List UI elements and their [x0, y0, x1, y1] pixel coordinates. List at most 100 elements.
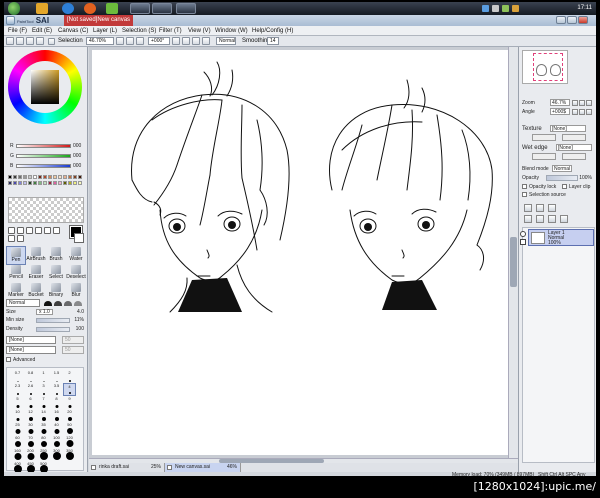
wet-edge-scale-field[interactable] — [532, 153, 556, 160]
density-row[interactable]: Density 100 — [6, 326, 86, 333]
swatch[interactable] — [18, 175, 22, 179]
eraser-tool[interactable]: Eraser — [26, 264, 46, 283]
advanced-checkbox[interactable] — [6, 357, 11, 363]
zoom-tool-icon[interactable] — [44, 227, 51, 234]
document-tab-active[interactable]: New canvas.sai 46% — [165, 463, 241, 472]
brush-size-preset[interactable]: 3.5 — [50, 383, 63, 396]
lasso-tool-icon[interactable] — [17, 227, 24, 234]
nav-rotate-right-button[interactable] — [579, 109, 585, 115]
swatch[interactable] — [68, 175, 72, 179]
swatch[interactable] — [18, 181, 22, 185]
invert-selection-button[interactable] — [36, 37, 44, 45]
start-button[interactable] — [8, 2, 20, 15]
swatch[interactable] — [33, 175, 37, 179]
brush-size-preset[interactable]: 9 — [63, 396, 76, 409]
wet-edge-select[interactable]: [None] — [556, 144, 592, 151]
nav-zoom-out-button[interactable] — [572, 100, 578, 106]
density-bar[interactable] — [36, 327, 70, 332]
color-wheel[interactable] — [8, 50, 82, 124]
clock[interactable]: 17:11 — [514, 3, 592, 14]
red-slider[interactable]: R 000 — [10, 143, 84, 149]
brush-size-preset[interactable]: 120 — [63, 435, 76, 448]
scratchpad[interactable] — [8, 197, 84, 223]
brush-size-preset[interactable]: 0.7 — [11, 370, 24, 383]
brush-size-preset[interactable]: 5 — [11, 396, 24, 409]
brush-size-preset[interactable]: 1.5 — [50, 370, 63, 383]
swatch[interactable] — [28, 181, 32, 185]
magic-wand-tool-icon[interactable] — [26, 227, 33, 234]
swatch[interactable] — [48, 181, 52, 185]
min-size-bar[interactable] — [36, 318, 70, 323]
brush-size-preset[interactable]: 60 — [11, 435, 24, 448]
menu-file[interactable]: File (F) — [8, 26, 27, 36]
airbrush-tool[interactable]: AirBrush — [26, 246, 46, 265]
tray-icon[interactable] — [492, 5, 499, 12]
brush-size-preset[interactable]: 100 — [50, 435, 63, 448]
pen-tool[interactable]: Pen — [6, 246, 26, 265]
menu-selection[interactable]: Selection (S) — [122, 26, 156, 36]
brush-size-preset[interactable]: 14 — [37, 409, 50, 422]
brush-pattern-strength[interactable]: 50 — [62, 346, 84, 354]
brush-size-preset[interactable]: 2.3 — [11, 383, 24, 396]
brush-size-preset[interactable]: 200 — [24, 448, 37, 461]
rotate-tool-icon[interactable] — [53, 227, 60, 234]
size-row[interactable]: Size x 1.0 4.0 — [6, 309, 86, 316]
clear-layer-icon[interactable] — [548, 215, 556, 223]
rotate-left-button[interactable] — [172, 37, 180, 45]
green-slider-bar[interactable] — [16, 154, 71, 158]
swatch[interactable] — [38, 181, 42, 185]
quicklaunch-app-icon[interactable] — [106, 3, 118, 14]
taskbar-task[interactable] — [130, 3, 150, 14]
brush-size-preset[interactable]: 4 — [63, 383, 76, 396]
brush-shape-sharp[interactable] — [74, 301, 82, 306]
brush-size-preset[interactable]: 20 — [63, 409, 76, 422]
brush-size-preset[interactable]: 10 — [11, 409, 24, 422]
brush-size-preset[interactable]: 2.6 — [24, 383, 37, 396]
zoom-reset-button[interactable] — [136, 37, 144, 45]
zoom-out-button[interactable] — [116, 37, 124, 45]
brush-size-preset[interactable]: 8 — [50, 396, 63, 409]
move-tool-icon[interactable] — [35, 227, 42, 234]
eyedropper-tool-icon[interactable] — [17, 235, 24, 242]
vertical-scroll-thumb[interactable] — [510, 237, 517, 287]
binary-tool[interactable]: Binary — [46, 282, 66, 301]
new-layer-icon[interactable] — [524, 204, 532, 212]
blue-slider-bar[interactable] — [16, 164, 71, 168]
vertical-scrollbar[interactable] — [508, 47, 518, 458]
layer-down-icon[interactable] — [524, 215, 532, 223]
menu-edit[interactable]: Edit (E) — [32, 26, 52, 36]
brush-size-preset[interactable]: 2 — [63, 370, 76, 383]
size-multiplier[interactable]: x 1.0 — [36, 309, 53, 315]
menu-window[interactable]: Window (W) — [215, 26, 248, 36]
swatch[interactable] — [63, 181, 67, 185]
pencil-tool[interactable]: Pencil — [6, 264, 26, 283]
quicklaunch-folder-icon[interactable] — [36, 3, 48, 14]
brush-size-preset[interactable]: 25 — [11, 422, 24, 435]
water-tool[interactable]: Water — [66, 246, 86, 265]
swatch[interactable] — [73, 175, 77, 179]
brush-size-preset[interactable]: 160 — [11, 448, 24, 461]
layer-pen-lock-icon[interactable] — [520, 239, 526, 245]
swatch[interactable] — [53, 181, 57, 185]
brush-size-preset[interactable]: 12 — [24, 409, 37, 422]
selection-source-checkbox[interactable] — [522, 192, 527, 198]
selection-source-row[interactable]: Selection source — [522, 191, 594, 199]
swatch[interactable] — [63, 175, 67, 179]
delete-layer-icon[interactable] — [560, 215, 568, 223]
swatch[interactable] — [13, 181, 17, 185]
swatch[interactable] — [23, 175, 27, 179]
deselect-tool[interactable]: Deselect — [66, 264, 86, 283]
nav-angle-field[interactable]: +000$ — [550, 108, 570, 115]
navigator-view-frame[interactable] — [533, 53, 563, 81]
undo-button[interactable] — [6, 37, 14, 45]
red-slider-bar[interactable] — [16, 144, 71, 148]
zoom-in-button[interactable] — [126, 37, 134, 45]
background-color[interactable] — [74, 233, 84, 243]
brush-size-preset[interactable]: 40 — [50, 422, 63, 435]
zoom-field[interactable]: 46.70% — [86, 37, 114, 45]
swatch-palette[interactable] — [8, 175, 84, 197]
brush-shape-round[interactable] — [44, 301, 52, 306]
rotate-right-button[interactable] — [182, 37, 190, 45]
texture-scale-field[interactable] — [532, 134, 556, 141]
swatch[interactable] — [13, 175, 17, 179]
